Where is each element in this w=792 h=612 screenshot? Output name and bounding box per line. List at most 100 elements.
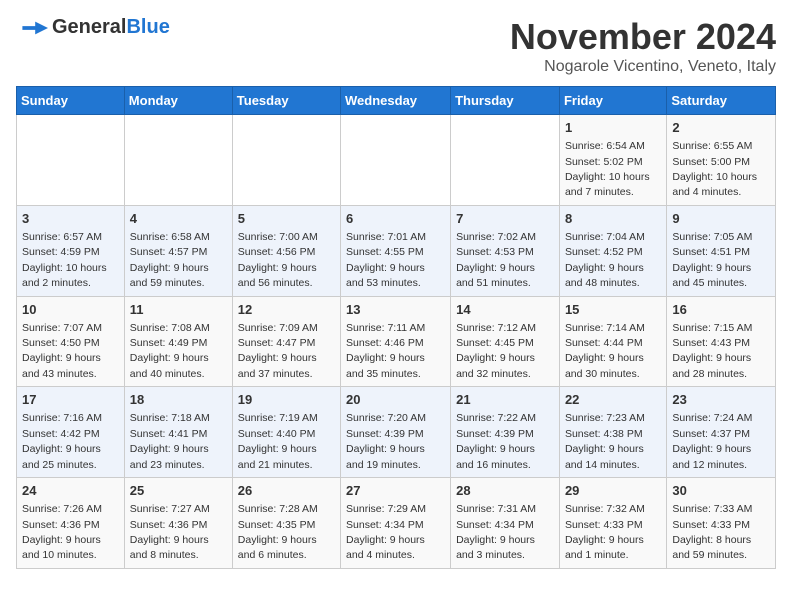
day-cell: 19 Sunrise: 7:19 AM Sunset: 4:40 PM Dayli…	[232, 387, 340, 478]
day-number: 20	[346, 391, 445, 409]
logo-text-general: GeneralBlue	[52, 16, 170, 39]
day-cell: 24 Sunrise: 7:26 AM Sunset: 4:36 PM Dayli…	[17, 478, 125, 569]
day-cell: 21Sunrise: 7:22 AM Sunset: 4:39 PM Dayli…	[451, 387, 560, 478]
header: GeneralBlue November 2024 Nogarole Vicen…	[16, 16, 776, 76]
day-cell: 10 Sunrise: 7:07 AM Sunset: 4:50 PM Dayli…	[17, 296, 125, 387]
day-info: Sunrise: 6:58 AM Sunset: 4:57 PM Dayligh…	[130, 231, 210, 289]
day-info: Sunrise: 7:20 AM Sunset: 4:39 PM Dayligh…	[346, 412, 426, 470]
day-number: 26	[238, 482, 335, 500]
day-info: Sunrise: 7:01 AM Sunset: 4:55 PM Dayligh…	[346, 231, 426, 289]
day-number: 12	[238, 301, 335, 319]
day-number: 4	[130, 210, 227, 228]
day-info: Sunrise: 7:28 AM Sunset: 4:35 PM Dayligh…	[238, 503, 318, 561]
day-number: 17	[22, 391, 119, 409]
day-cell: 1Sunrise: 6:54 AM Sunset: 5:02 PM Daylig…	[559, 115, 666, 206]
day-info: Sunrise: 7:09 AM Sunset: 4:47 PM Dayligh…	[238, 322, 318, 380]
header-day-wednesday: Wednesday	[341, 87, 451, 115]
week-row-2: 3 Sunrise: 6:57 AM Sunset: 4:59 PM Daylig…	[17, 205, 776, 296]
day-info: Sunrise: 7:11 AM Sunset: 4:46 PM Dayligh…	[346, 322, 425, 380]
day-number: 30	[672, 482, 770, 500]
day-number: 21	[456, 391, 554, 409]
day-cell: 26 Sunrise: 7:28 AM Sunset: 4:35 PM Dayli…	[232, 478, 340, 569]
week-row-1: 1Sunrise: 6:54 AM Sunset: 5:02 PM Daylig…	[17, 115, 776, 206]
title-area: November 2024 Nogarole Vicentino, Veneto…	[510, 16, 776, 76]
day-info: Sunrise: 7:14 AM Sunset: 4:44 PM Dayligh…	[565, 322, 645, 380]
day-cell: 25Sunrise: 7:27 AM Sunset: 4:36 PM Dayli…	[124, 478, 232, 569]
day-number: 7	[456, 210, 554, 228]
day-cell: 28 Sunrise: 7:31 AM Sunset: 4:34 PM Dayli…	[451, 478, 560, 569]
day-number: 13	[346, 301, 445, 319]
day-cell: 27 Sunrise: 7:29 AM Sunset: 4:34 PM Dayli…	[341, 478, 451, 569]
days-header-row: SundayMondayTuesdayWednesdayThursdayFrid…	[17, 87, 776, 115]
day-number: 16	[672, 301, 770, 319]
month-title: November 2024	[510, 16, 776, 58]
day-info: Sunrise: 7:16 AM Sunset: 4:42 PM Dayligh…	[22, 412, 102, 470]
day-info: Sunrise: 7:29 AM Sunset: 4:34 PM Dayligh…	[346, 503, 426, 561]
day-number: 6	[346, 210, 445, 228]
day-info: Sunrise: 7:08 AM Sunset: 4:49 PM Dayligh…	[130, 322, 210, 380]
day-info: Sunrise: 7:32 AM Sunset: 4:33 PM Dayligh…	[565, 503, 645, 561]
day-cell: 8 Sunrise: 7:04 AM Sunset: 4:52 PM Daylig…	[559, 205, 666, 296]
day-cell: 20 Sunrise: 7:20 AM Sunset: 4:39 PM Dayli…	[341, 387, 451, 478]
day-number: 8	[565, 210, 661, 228]
day-number: 14	[456, 301, 554, 319]
day-info: Sunrise: 6:55 AM Sunset: 5:00 PM Dayligh…	[672, 140, 757, 198]
day-cell: 5 Sunrise: 7:00 AM Sunset: 4:56 PM Daylig…	[232, 205, 340, 296]
day-info: Sunrise: 7:00 AM Sunset: 4:56 PM Dayligh…	[238, 231, 318, 289]
day-cell	[17, 115, 125, 206]
day-number: 29	[565, 482, 661, 500]
day-cell: 30Sunrise: 7:33 AM Sunset: 4:33 PM Dayli…	[667, 478, 776, 569]
day-cell: 11 Sunrise: 7:08 AM Sunset: 4:49 PM Dayli…	[124, 296, 232, 387]
header-day-tuesday: Tuesday	[232, 87, 340, 115]
day-number: 19	[238, 391, 335, 409]
day-number: 24	[22, 482, 119, 500]
day-cell	[341, 115, 451, 206]
day-info: Sunrise: 7:04 AM Sunset: 4:52 PM Dayligh…	[565, 231, 645, 289]
day-cell: 13 Sunrise: 7:11 AM Sunset: 4:46 PM Dayli…	[341, 296, 451, 387]
day-number: 27	[346, 482, 445, 500]
day-info: Sunrise: 7:26 AM Sunset: 4:36 PM Dayligh…	[22, 503, 102, 561]
day-cell: 4 Sunrise: 6:58 AM Sunset: 4:57 PM Daylig…	[124, 205, 232, 296]
day-info: Sunrise: 7:19 AM Sunset: 4:40 PM Dayligh…	[238, 412, 318, 470]
day-number: 10	[22, 301, 119, 319]
day-cell: 6 Sunrise: 7:01 AM Sunset: 4:55 PM Daylig…	[341, 205, 451, 296]
day-info: Sunrise: 7:18 AM Sunset: 4:41 PM Dayligh…	[130, 412, 210, 470]
day-info: Sunrise: 7:31 AM Sunset: 4:34 PM Dayligh…	[456, 503, 536, 561]
day-number: 15	[565, 301, 661, 319]
day-info: Sunrise: 7:07 AM Sunset: 4:50 PM Dayligh…	[22, 322, 102, 380]
header-day-friday: Friday	[559, 87, 666, 115]
day-cell	[232, 115, 340, 206]
day-number: 18	[130, 391, 227, 409]
day-info: Sunrise: 7:15 AM Sunset: 4:43 PM Dayligh…	[672, 322, 752, 380]
header-day-monday: Monday	[124, 87, 232, 115]
week-row-3: 10 Sunrise: 7:07 AM Sunset: 4:50 PM Dayli…	[17, 296, 776, 387]
day-number: 28	[456, 482, 554, 500]
header-day-sunday: Sunday	[17, 87, 125, 115]
day-cell: 16 Sunrise: 7:15 AM Sunset: 4:43 PM Dayli…	[667, 296, 776, 387]
logo-icon	[16, 18, 48, 38]
day-cell: 29 Sunrise: 7:32 AM Sunset: 4:33 PM Dayli…	[559, 478, 666, 569]
day-number: 23	[672, 391, 770, 409]
day-number: 25	[130, 482, 227, 500]
day-cell	[124, 115, 232, 206]
header-day-saturday: Saturday	[667, 87, 776, 115]
day-info: Sunrise: 7:02 AM Sunset: 4:53 PM Dayligh…	[456, 231, 536, 289]
calendar-table: SundayMondayTuesdayWednesdayThursdayFrid…	[16, 86, 776, 569]
day-number: 3	[22, 210, 119, 228]
day-cell: 2 Sunrise: 6:55 AM Sunset: 5:00 PM Daylig…	[667, 115, 776, 206]
day-number: 5	[238, 210, 335, 228]
day-number: 1	[565, 119, 661, 137]
day-cell: 7 Sunrise: 7:02 AM Sunset: 4:53 PM Daylig…	[451, 205, 560, 296]
day-number: 9	[672, 210, 770, 228]
day-cell: 18 Sunrise: 7:18 AM Sunset: 4:41 PM Dayli…	[124, 387, 232, 478]
day-info: Sunrise: 7:23 AM Sunset: 4:38 PM Dayligh…	[565, 412, 645, 470]
day-info: Sunrise: 6:57 AM Sunset: 4:59 PM Dayligh…	[22, 231, 107, 289]
day-number: 2	[672, 119, 770, 137]
day-cell: 3 Sunrise: 6:57 AM Sunset: 4:59 PM Daylig…	[17, 205, 125, 296]
day-cell: 17 Sunrise: 7:16 AM Sunset: 4:42 PM Dayli…	[17, 387, 125, 478]
week-row-4: 17 Sunrise: 7:16 AM Sunset: 4:42 PM Dayli…	[17, 387, 776, 478]
week-row-5: 24 Sunrise: 7:26 AM Sunset: 4:36 PM Dayli…	[17, 478, 776, 569]
day-cell: 23Sunrise: 7:24 AM Sunset: 4:37 PM Dayli…	[667, 387, 776, 478]
day-number: 22	[565, 391, 661, 409]
day-number: 11	[130, 301, 227, 319]
